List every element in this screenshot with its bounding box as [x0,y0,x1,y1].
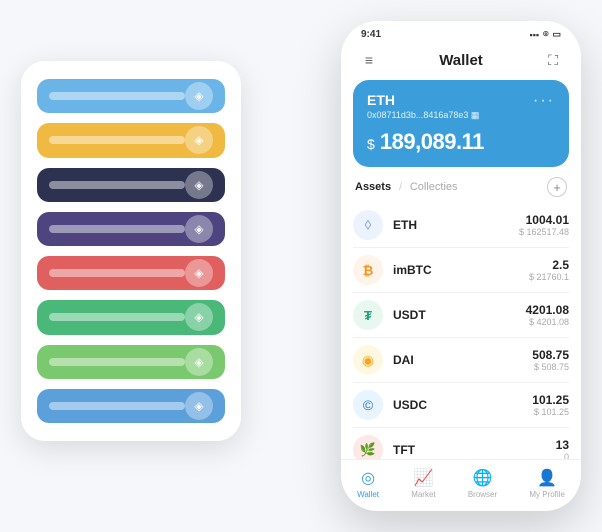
eth-card-address: 0x08711d3b...8416a78e3 ▦ [367,110,555,121]
tab-collecties[interactable]: Collecties [410,181,458,193]
assets-tabs: Assets / Collecties [355,181,458,193]
wallet-strip-6[interactable]: ◈ [37,345,225,379]
usdt-qty: 4201.08 [526,303,569,317]
eth-qty: 1004.01 [519,213,569,227]
wallet-strip-0[interactable]: ◈ [37,79,225,113]
eth-icon: ⬨ [353,210,383,240]
dai-usd: $ 508.75 [532,362,569,372]
wallet-nav-label: Wallet [357,490,379,499]
balance-currency: $ [367,136,374,152]
tab-divider: / [399,182,402,193]
asset-row-tft[interactable]: 🌿 TFT 13 0 [353,428,569,459]
nav-browser[interactable]: 🌐 Browser [468,468,497,499]
eth-amounts: 1004.01 $ 162517.48 [519,213,569,237]
eth-usd: $ 162517.48 [519,227,569,237]
wallet-strip-3[interactable]: ◈ [37,212,225,246]
balance-amount: 189,089.11 [380,129,484,154]
usdc-qty: 101.25 [532,393,569,407]
usdt-icon: ₮ [353,300,383,330]
wallet-strip-1[interactable]: ◈ [37,123,225,157]
signal-icon: ▪▪▪ [530,30,540,40]
eth-card: ··· ETH 0x08711d3b...8416a78e3 ▦ $ 189,0… [353,80,569,167]
scene: ◈ ◈ ◈ ◈ ◈ ◈ ◈ ◈ 9:41 ▪▪▪ ⌾ ▭ ≡ Wallet ⛶ ··· ETH… [21,21,581,511]
menu-button[interactable]: ≡ [357,48,381,72]
eth-name: ETH [393,218,509,232]
nav-market[interactable]: 📈 Market [411,468,435,499]
usdt-name: USDT [393,308,516,322]
battery-icon: ▭ [552,29,561,40]
asset-row-usdt[interactable]: ₮ USDT 4201.08 $ 4201.08 [353,293,569,338]
usdc-amounts: 101.25 $ 101.25 [532,393,569,417]
imbtc-qty: 2.5 [529,258,569,272]
tft-name: TFT [393,443,546,457]
nav-profile[interactable]: 👤 My Profile [529,468,565,499]
eth-card-balance: $ 189,089.11 [367,129,555,155]
add-asset-button[interactable]: + [547,177,567,197]
tft-amounts: 13 0 [556,438,569,459]
usdc-usd: $ 101.25 [532,407,569,417]
usdc-name: USDC [393,398,522,412]
asset-list: ⬨ ETH 1004.01 $ 162517.48 ₿ imBTC 2.5 $ … [341,203,581,459]
usdc-icon: © [353,390,383,420]
asset-row-usdc[interactable]: © USDC 101.25 $ 101.25 [353,383,569,428]
market-nav-icon: 📈 [413,468,433,488]
market-nav-label: Market [411,490,435,499]
imbtc-usd: $ 21760.1 [529,272,569,282]
profile-nav-label: My Profile [529,490,565,499]
eth-card-menu[interactable]: ··· [533,92,555,110]
dai-name: DAI [393,353,522,367]
imbtc-name: imBTC [393,263,519,277]
imbtc-icon: ₿ [353,255,383,285]
wallet-strip-2[interactable]: ◈ [37,168,225,202]
profile-nav-icon: 👤 [537,468,557,488]
nav-wallet[interactable]: ◎ Wallet [357,468,379,499]
phone-navbar: ◎ Wallet 📈 Market 🌐 Browser 👤 My Profile [341,459,581,511]
status-icons: ▪▪▪ ⌾ ▭ [530,29,562,40]
wallet-nav-icon: ◎ [361,468,375,488]
phone-header: ≡ Wallet ⛶ [341,44,581,80]
usdt-usd: $ 4201.08 [526,317,569,327]
wallet-strip-7[interactable]: ◈ [37,389,225,423]
wifi-icon: ⌾ [543,29,548,40]
page-title: Wallet [439,52,483,69]
expand-button[interactable]: ⛶ [541,48,565,72]
wallet-strip-5[interactable]: ◈ [37,300,225,334]
dai-icon: ◉ [353,345,383,375]
asset-row-dai[interactable]: ◉ DAI 508.75 $ 508.75 [353,338,569,383]
tab-assets[interactable]: Assets [355,181,391,193]
browser-nav-label: Browser [468,490,497,499]
imbtc-amounts: 2.5 $ 21760.1 [529,258,569,282]
bg-phone: ◈ ◈ ◈ ◈ ◈ ◈ ◈ ◈ [21,61,241,441]
status-bar: 9:41 ▪▪▪ ⌾ ▭ [341,21,581,44]
fg-phone: 9:41 ▪▪▪ ⌾ ▭ ≡ Wallet ⛶ ··· ETH 0x08711d… [341,21,581,511]
tft-qty: 13 [556,438,569,452]
usdt-amounts: 4201.08 $ 4201.08 [526,303,569,327]
asset-row-eth[interactable]: ⬨ ETH 1004.01 $ 162517.48 [353,203,569,248]
assets-header: Assets / Collecties + [341,167,581,203]
eth-card-title: ETH [367,92,555,108]
dai-amounts: 508.75 $ 508.75 [532,348,569,372]
asset-row-imbtc[interactable]: ₿ imBTC 2.5 $ 21760.1 [353,248,569,293]
browser-nav-icon: 🌐 [473,468,493,488]
dai-qty: 508.75 [532,348,569,362]
tft-icon: 🌿 [353,435,383,459]
status-time: 9:41 [361,29,381,40]
wallet-strip-4[interactable]: ◈ [37,256,225,290]
tft-usd: 0 [556,452,569,459]
